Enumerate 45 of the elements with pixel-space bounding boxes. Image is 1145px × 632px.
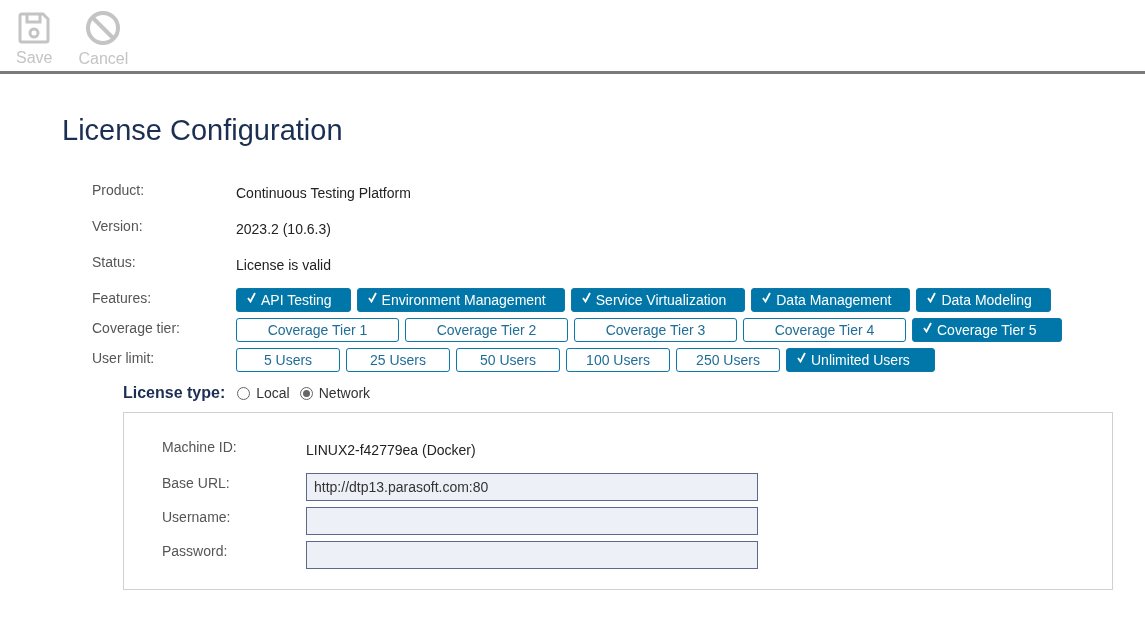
field-value: 2023.2 (10.6.3) <box>236 220 332 239</box>
toggle-chip[interactable]: Coverage Tier 5 <box>912 318 1062 342</box>
toggle-chip[interactable]: Unlimited Users <box>786 348 935 372</box>
field-label: Base URL: <box>162 474 231 493</box>
field-value: LINUX2-f42779ea (Docker) <box>306 441 477 460</box>
prohibited-icon <box>85 10 122 46</box>
input-field[interactable] <box>306 507 758 535</box>
toggle-chip[interactable]: Data Management <box>751 288 911 312</box>
radio-label[interactable]: Local <box>256 385 290 401</box>
toggle-chip[interactable]: Environment Management <box>356 288 565 312</box>
field-label: Status: <box>92 253 137 272</box>
toggle-chip[interactable]: Data Modeling <box>916 288 1051 312</box>
check-icon <box>762 291 772 303</box>
field-label: Username: <box>162 508 232 527</box>
toggle-chip[interactable]: Coverage Tier 3 <box>574 318 737 342</box>
field-value: License is valid <box>236 256 332 275</box>
check-icon <box>367 291 377 303</box>
section-label: License type: <box>123 384 226 402</box>
toggle-chip[interactable]: API Testing <box>236 288 351 312</box>
check-icon <box>581 291 591 303</box>
field-label: Features: <box>92 289 153 308</box>
check-icon <box>797 351 806 363</box>
field-label: Machine ID: <box>162 438 238 457</box>
field-label: Version: <box>92 217 144 236</box>
toggle-chip[interactable]: Coverage Tier 4 <box>743 318 906 342</box>
toggle-chip[interactable]: 100 Users <box>566 348 670 372</box>
page-title: License Configuration <box>62 114 344 147</box>
toggle-chip[interactable]: Service Virtualization <box>570 288 746 312</box>
field-label: User limit: <box>92 349 156 368</box>
field-label: Password: <box>162 542 229 561</box>
toggle-chip[interactable]: 50 Users <box>456 348 560 372</box>
field-label: Coverage tier: <box>92 319 181 338</box>
check-icon <box>247 291 256 303</box>
input-field[interactable] <box>306 541 758 569</box>
field-label: Product: <box>92 181 146 200</box>
toggle-chip[interactable]: Coverage Tier 1 <box>236 318 399 342</box>
radio-label[interactable]: Network <box>318 385 371 401</box>
toggle-chip[interactable]: Coverage Tier 2 <box>405 318 568 342</box>
check-icon <box>923 321 932 333</box>
input-field[interactable]: http://dtp13.parasoft.com:80 <box>306 473 758 501</box>
field-value: Continuous Testing Platform <box>236 184 412 203</box>
toggle-chip[interactable]: 25 Users <box>346 348 450 372</box>
toggle-chip[interactable]: 250 Users <box>676 348 780 372</box>
toggle-chip[interactable]: 5 Users <box>236 348 340 372</box>
check-icon <box>927 291 937 303</box>
